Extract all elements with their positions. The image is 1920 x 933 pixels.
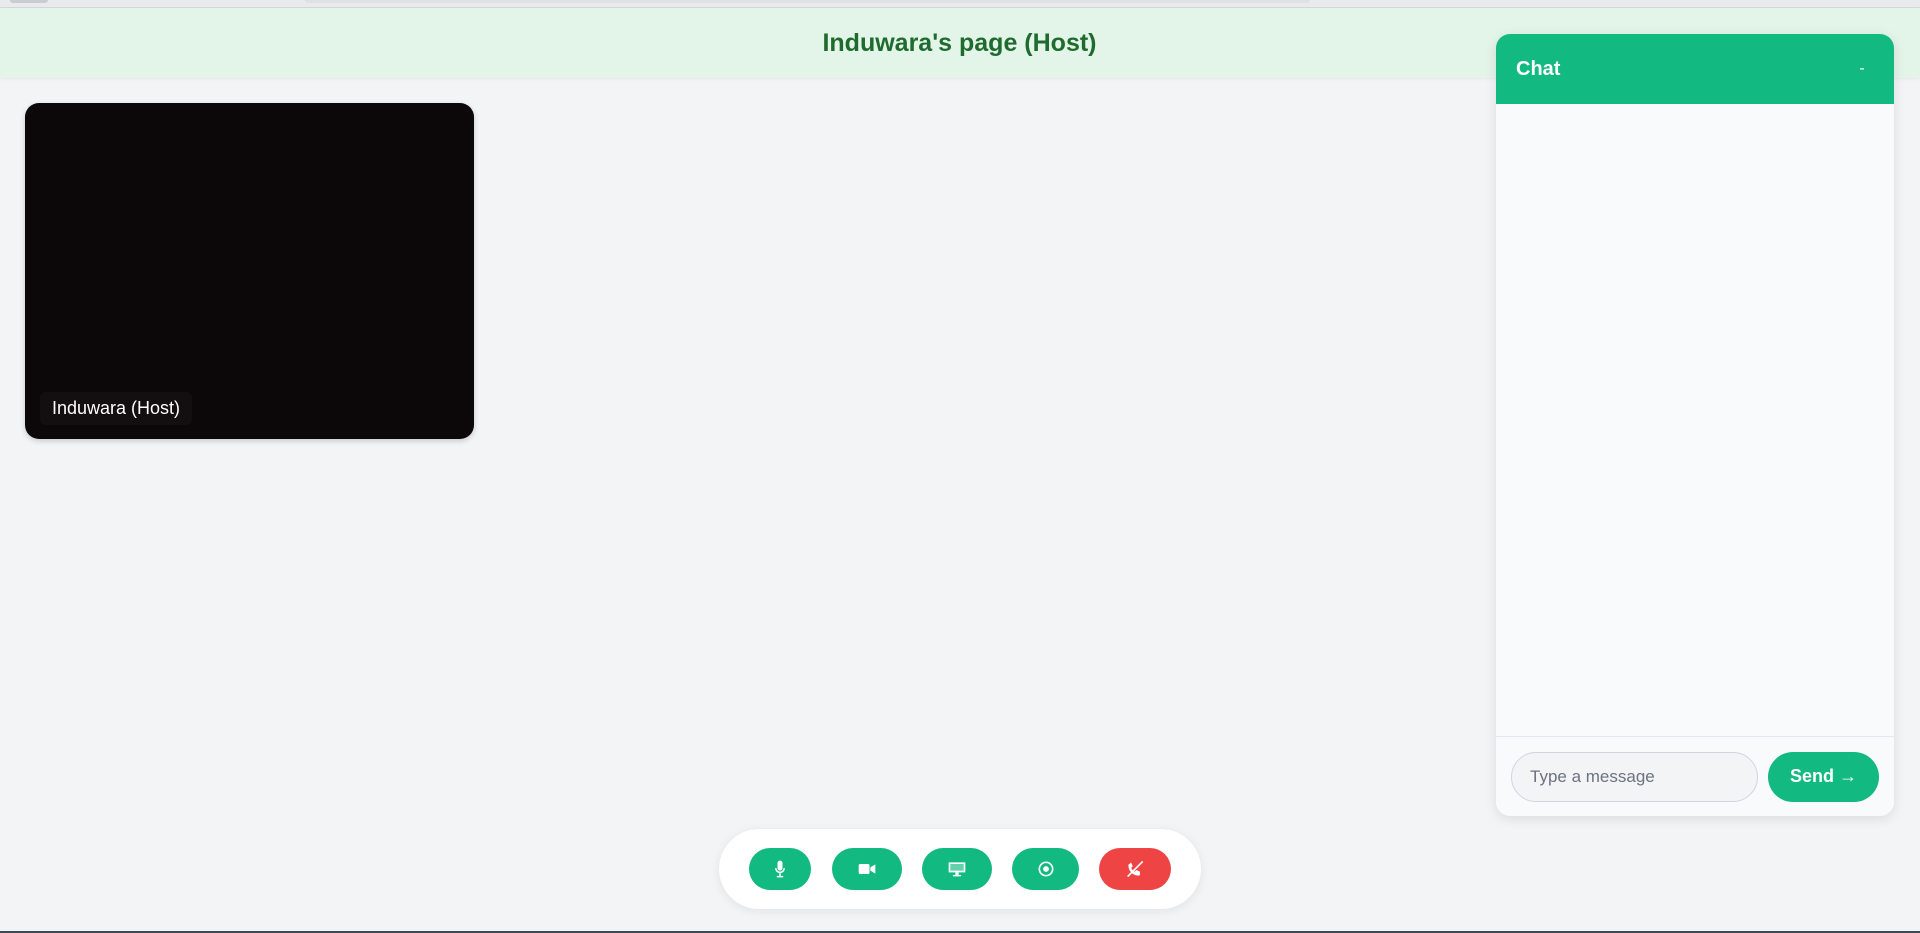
end-call-button[interactable] xyxy=(1099,848,1171,890)
participant-name-label: Induwara (Host) xyxy=(40,392,193,425)
record-button[interactable] xyxy=(1012,848,1079,890)
video-camera-icon xyxy=(858,864,876,874)
record-icon xyxy=(1037,861,1053,877)
send-button[interactable]: Send → xyxy=(1768,751,1879,802)
browser-chrome xyxy=(0,0,1920,8)
microphone-icon xyxy=(775,860,785,878)
browser-tab xyxy=(10,0,48,3)
microphone-button[interactable] xyxy=(749,848,811,890)
chat-minimize-button[interactable]: - xyxy=(1850,57,1874,81)
chat-panel: Chat - Send → xyxy=(1496,34,1894,816)
call-controls-bar xyxy=(719,829,1201,909)
chat-message-input[interactable] xyxy=(1511,751,1758,802)
participant-video: Induwara (Host) xyxy=(25,103,474,439)
chat-messages-list xyxy=(1496,104,1894,736)
phone-hangup-icon xyxy=(1127,861,1144,877)
chat-header: Chat - xyxy=(1496,34,1894,104)
share-screen-button[interactable] xyxy=(922,848,992,890)
camera-button[interactable] xyxy=(832,848,902,890)
chat-input-row: Send → xyxy=(1496,736,1894,816)
chat-title: Chat xyxy=(1516,57,1561,80)
monitor-icon xyxy=(948,862,966,877)
address-bar xyxy=(305,0,1310,3)
